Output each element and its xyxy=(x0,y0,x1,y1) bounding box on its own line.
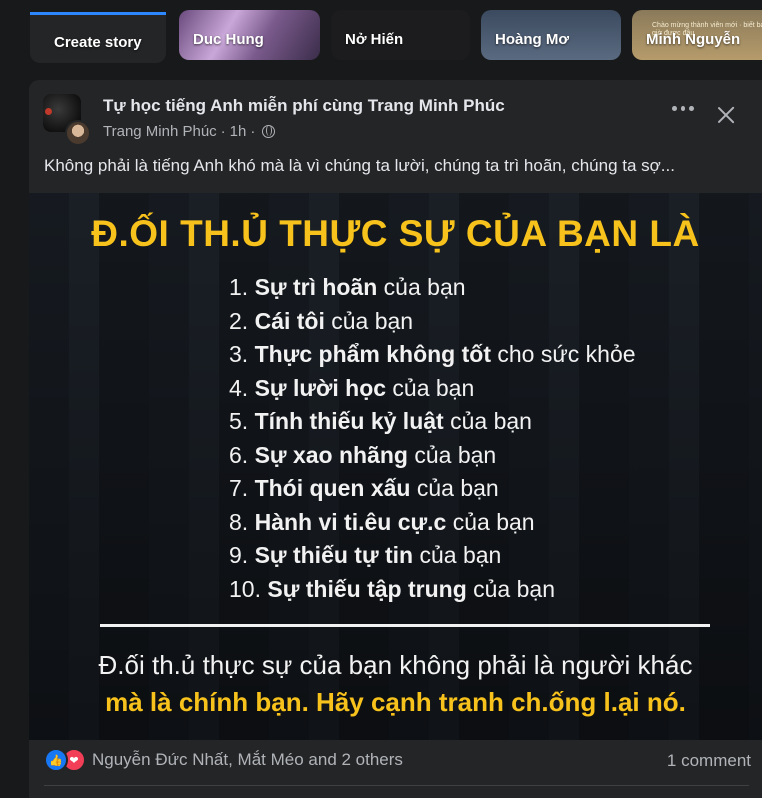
reactions-names[interactable]: Nguyễn Đức Nhất, Mắt Méo and 2 others xyxy=(92,750,403,770)
post-image[interactable]: Đ.ỐI TH.Ủ THỰC SỰ CỦA BẠN LÀ 1. Sự trì h… xyxy=(29,193,762,740)
image-list-item: 8. Hành vi ti.êu cự.c của bạn xyxy=(229,506,636,540)
list-bold-text: Sự lười học xyxy=(254,374,387,401)
list-rest-text: của bạn xyxy=(377,274,466,300)
list-number: 5. xyxy=(229,408,249,434)
image-conclusion-line1: Đ.ối th.ủ thực sự của bạn không phải là … xyxy=(98,650,693,680)
avatar-badge xyxy=(45,108,52,115)
list-number: 4. xyxy=(229,374,249,401)
list-bold-text: Cái tôi xyxy=(254,307,325,334)
list-number: 1. xyxy=(229,274,249,300)
list-rest-text: của bạn xyxy=(386,374,475,401)
post-meta: Trang Minh Phúc · 1h · xyxy=(103,123,276,140)
list-bold-text: Thực phẩm không tốt xyxy=(254,341,491,367)
image-conclusion-line2: mà là chính bạn. Hãy cạnh tranh ch.ống l… xyxy=(105,687,686,717)
stories-row: Create story Duc Hung Nở Hiến Hoàng Mơ C… xyxy=(0,0,762,70)
reactions-summary[interactable]: 👍 ❤ Nguyễn Đức Nhất, Mắt Méo and 2 other… xyxy=(44,748,403,772)
list-bold-text: Sự xao nhãng xyxy=(254,441,408,468)
list-rest-text: của bạn xyxy=(466,575,555,602)
image-title: Đ.ỐI TH.Ủ THỰC SỰ CỦA BẠN LÀ xyxy=(91,213,700,254)
like-icon: 👍 xyxy=(44,748,68,772)
list-number: 7. xyxy=(229,475,249,501)
image-list: 1. Sự trì hoãn của bạn 2. Cái tôi của bạn… xyxy=(229,271,636,606)
post-card: Tự học tiếng Anh miễn phí cùng Trang Min… xyxy=(29,80,762,798)
list-rest-text: của bạn xyxy=(324,307,414,334)
list-rest-text: của bạn xyxy=(446,508,535,535)
image-list-item: 4. Sự lười học của bạn xyxy=(229,372,636,406)
image-list-item: 2. Cái tôi của bạn xyxy=(229,305,636,339)
image-list-item: 3. Thực phẩm không tốt cho sức khỏe xyxy=(229,338,636,372)
story-label: Create story xyxy=(54,34,142,51)
author-avatar[interactable] xyxy=(65,120,91,146)
author-name-link[interactable]: Trang Minh Phúc xyxy=(103,123,217,140)
image-list-item: 6. Sự xao nhãng của bạn xyxy=(229,439,636,473)
list-rest-text: của bạn xyxy=(407,441,497,468)
list-rest-text: của bạn xyxy=(443,408,532,434)
image-list-item: 1. Sự trì hoãn của bạn xyxy=(229,271,636,305)
list-bold-text: Hành vi ti.êu cự.c xyxy=(254,508,447,535)
create-story-button[interactable]: Create story xyxy=(30,12,166,63)
image-list-item: 10. Sự thiếu tập trung của bạn xyxy=(229,573,636,607)
story-card[interactable]: Hoàng Mơ xyxy=(481,10,621,60)
story-label: Nở Hiến xyxy=(345,31,404,48)
list-bold-text: Sự thiếu tập trung xyxy=(267,575,467,602)
list-number: 10. xyxy=(229,575,261,602)
post-text: Không phải là tiếng Anh khó mà là vì chú… xyxy=(44,156,675,175)
list-bold-text: Sự thiếu tự tin xyxy=(254,542,414,568)
meta-separator: · xyxy=(220,123,226,140)
globe-icon xyxy=(262,125,276,138)
story-card[interactable]: Nở Hiến xyxy=(331,10,470,60)
story-card[interactable]: Duc Hung xyxy=(179,10,320,60)
image-list-item: 9. Sự thiếu tự tin của bạn xyxy=(229,539,636,573)
list-rest-text: của bạn xyxy=(413,542,502,568)
story-label: Duc Hung xyxy=(193,31,264,48)
list-rest-text: của bạn xyxy=(410,475,499,501)
comments-count[interactable]: 1 comment xyxy=(667,751,751,771)
meta-separator: · xyxy=(250,123,256,140)
story-label: Hoàng Mơ xyxy=(495,31,569,48)
list-number: 8. xyxy=(229,508,249,535)
story-card[interactable]: Chào mừng thành viên mới · biết bao giờ … xyxy=(632,10,762,60)
list-rest-text: cho sức khỏe xyxy=(491,341,636,367)
more-options-icon[interactable] xyxy=(672,106,695,116)
close-icon[interactable] xyxy=(715,104,737,126)
story-label: Minh Nguyễn xyxy=(646,31,741,48)
image-list-item: 7. Thói quen xấu của bạn xyxy=(229,472,636,506)
list-bold-text: Thói quen xấu xyxy=(254,475,411,501)
page-name-link[interactable]: Tự học tiếng Anh miễn phí cùng Trang Min… xyxy=(103,96,505,116)
list-number: 2. xyxy=(229,307,249,334)
image-divider xyxy=(100,624,710,627)
list-number: 6. xyxy=(229,441,249,468)
list-bold-text: Sự trì hoãn xyxy=(254,274,378,300)
image-list-item: 5. Tính thiếu kỷ luật của bạn xyxy=(229,405,636,439)
list-bold-text: Tính thiếu kỷ luật xyxy=(254,408,444,434)
list-number: 9. xyxy=(229,542,249,568)
post-time-link[interactable]: 1h xyxy=(230,123,247,140)
actions-divider xyxy=(44,785,749,786)
page-avatar[interactable] xyxy=(43,94,91,146)
list-number: 3. xyxy=(229,341,249,367)
